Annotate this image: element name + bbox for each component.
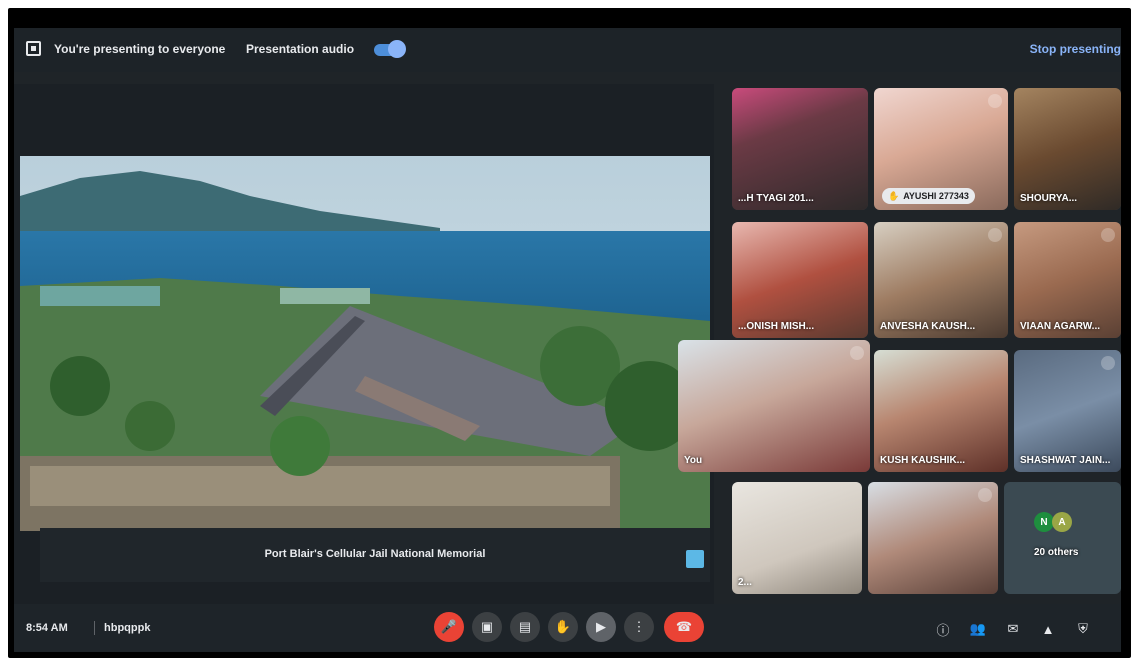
participant-name: You: [684, 455, 703, 466]
others-tile[interactable]: N A 20 others: [1004, 482, 1121, 594]
end-call-icon: ☎: [675, 619, 693, 634]
mic-off-icon: [978, 488, 992, 502]
participant-name: KUSH KAUSHIK...: [880, 455, 966, 466]
chat-icon: ✉: [1007, 621, 1019, 636]
hand-icon: ✋: [888, 190, 900, 201]
stop-presenting-button[interactable]: Stop presenting: [1030, 42, 1121, 56]
camera-icon: ▣: [480, 619, 494, 634]
slide-photo: [20, 156, 710, 531]
captions-button[interactable]: ▤: [510, 612, 540, 642]
participant-avatar: A: [1052, 512, 1072, 532]
present-screen-icon: [26, 41, 41, 56]
others-count-label: 20 others: [1034, 547, 1079, 558]
participant-name: ANVESHA KAUSH...: [880, 321, 976, 332]
captions-icon: ▤: [518, 619, 532, 634]
more-vert-icon: ⋮: [632, 619, 646, 634]
meeting-controls-bar: 8:54 AM hbpqppk 🎤 ▣ ▤ ✋ ▶ ⋮ ☎ ⓘ 👥 ✉ ▲ ⛨: [14, 604, 1121, 652]
participant-name: SHASHWAT JAIN...: [1020, 455, 1111, 466]
people-button[interactable]: 👥: [969, 620, 987, 638]
participant-name: VIAAN AGARW...: [1020, 321, 1101, 332]
meet-screen: You're presenting to everyone Presentati…: [14, 28, 1121, 652]
divider: [94, 621, 95, 635]
presentation-slide: [20, 156, 710, 531]
shield-icon: ⛨: [1078, 621, 1088, 636]
participant-tile[interactable]: ANVESHA KAUSH...: [874, 222, 1008, 338]
hand-icon: ✋: [554, 619, 572, 634]
more-options-button[interactable]: ⋮: [624, 612, 654, 642]
slide-caption-bar: Port Blair's Cellular Jail National Memo…: [40, 528, 710, 582]
slide-logo-icon: [686, 550, 704, 568]
participant-tile[interactable]: ✋ AYUSHI 277343: [874, 88, 1008, 210]
presentation-audio-label: Presentation audio: [246, 42, 355, 56]
participant-tile[interactable]: 2...: [732, 482, 862, 594]
participant-name: SHOURYA...: [1020, 193, 1078, 204]
participant-tile[interactable]: SHOURYA...: [1014, 88, 1121, 210]
microphone-button[interactable]: 🎤: [434, 612, 464, 642]
raise-hand-button[interactable]: ✋: [548, 612, 578, 642]
slide-caption: Port Blair's Cellular Jail National Memo…: [264, 548, 486, 560]
host-controls-button[interactable]: ⛨: [1074, 620, 1092, 638]
presentation-audio-toggle[interactable]: [374, 40, 406, 58]
mic-off-icon: [988, 94, 1002, 108]
people-icon: 👥: [969, 621, 987, 636]
mic-off-icon: 🎤: [440, 619, 458, 634]
participant-name: ...ONISH MISH...: [738, 321, 815, 332]
activities-icon: ▲: [1041, 621, 1055, 637]
meeting-code: hbpqppk: [104, 622, 151, 634]
participant-name: 2...: [738, 577, 752, 588]
present-icon: ▶: [596, 619, 606, 634]
activities-button[interactable]: ▲: [1039, 620, 1057, 638]
presenting-status: You're presenting to everyone: [54, 42, 226, 56]
camera-button[interactable]: ▣: [472, 612, 502, 642]
participant-tile[interactable]: SHASHWAT JAIN...: [1014, 350, 1121, 472]
participant-name: AYUSHI 277343: [903, 191, 969, 201]
leave-call-button[interactable]: ☎: [664, 612, 704, 642]
participant-name: ...H TYAGI 201...: [738, 193, 814, 204]
mic-off-icon: [988, 228, 1002, 242]
mic-off-icon: [850, 346, 864, 360]
mic-off-icon: [1101, 356, 1115, 370]
participant-tile[interactable]: ...ONISH MISH...: [732, 222, 868, 338]
participant-tile[interactable]: ...H TYAGI 201...: [732, 88, 868, 210]
mic-off-icon: [1101, 228, 1115, 242]
participant-tile[interactable]: [868, 482, 998, 594]
meeting-time: 8:54 AM: [26, 622, 68, 634]
info-icon: ⓘ: [936, 622, 950, 638]
participant-avatar: N: [1034, 512, 1054, 532]
participant-tile[interactable]: KUSH KAUSHIK...: [874, 350, 1008, 472]
info-button[interactable]: ⓘ: [934, 620, 952, 638]
present-button[interactable]: ▶: [586, 612, 616, 642]
chat-button[interactable]: ✉: [1004, 620, 1022, 638]
presenting-bar: You're presenting to everyone Presentati…: [14, 28, 1121, 72]
self-view-tile[interactable]: You: [678, 340, 870, 472]
raised-hand-badge: ✋ AYUSHI 277343: [882, 188, 975, 204]
participant-tile[interactable]: VIAAN AGARW...: [1014, 222, 1121, 338]
